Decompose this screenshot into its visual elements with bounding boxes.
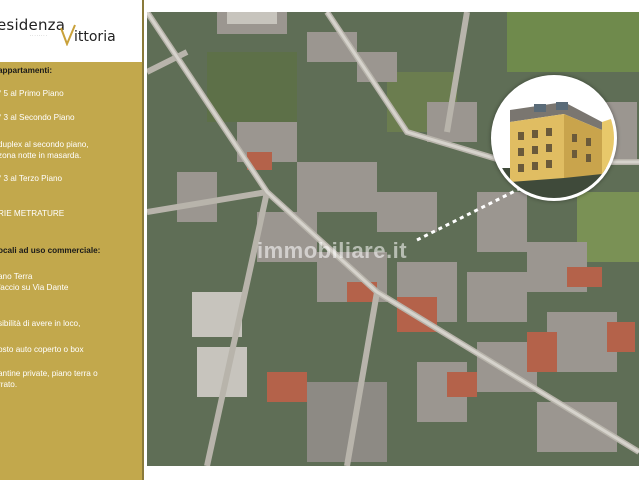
building-render-icon [494,78,614,198]
info-item-sizes: RIE METRATURE [0,209,65,218]
info-item-ground-floor: ano Terra [0,272,33,281]
logo-band: esidenza · · · · · · · · ittoria [0,0,142,62]
info-item-duplex-line2: zona notte in masarda. [0,151,82,160]
heading-apartments: appartamenti: [0,66,53,75]
info-item-cellars-line2: rrato. [0,380,18,389]
info-item-parking: osto auto coperto o box [0,345,84,354]
heading-commercial: ocali ad uso commerciale: [0,246,101,255]
aerial-map: immobiliare.it [147,12,639,466]
logo-word-vittoria: ittoria [74,29,116,45]
info-item-duplex-line1: duplex al secondo piano, [0,140,89,149]
logo-word-residenza: esidenza [0,16,66,34]
info-item-on-site: sibilità di avere in loco, [0,319,81,328]
watermark: immobiliare.it [257,238,408,263]
building-render-circle [491,75,617,201]
info-item-third-floor: ° 3 al Terzo Piano [0,174,63,183]
map-frame: immobiliare.it [144,0,640,480]
info-sidebar: esidenza · · · · · · · · ittoria apparta… [0,0,142,480]
info-item-first-floor: ° 5 al Primo Piano [0,89,64,98]
logo-subtitle: · · · · · · · · [30,34,47,38]
info-item-cellars-line1: antine private, piano terra o [0,369,98,378]
info-item-via-dante: faccio su Via Dante [0,283,69,292]
info-item-second-floor: ° 3 al Secondo Piano [0,113,75,122]
